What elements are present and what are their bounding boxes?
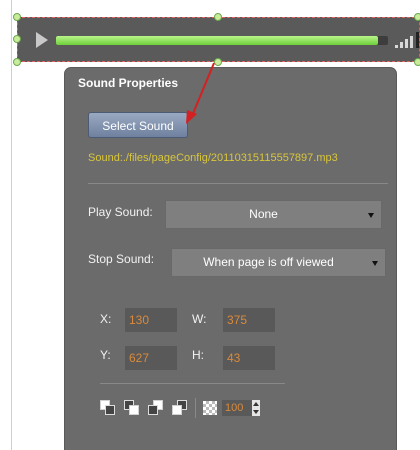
toolbar-separator xyxy=(195,398,196,418)
send-backward-icon[interactable] xyxy=(172,400,188,416)
stop-sound-value: When page is off viewed xyxy=(203,255,334,269)
select-sound-button[interactable]: Select Sound xyxy=(88,112,188,138)
resize-handle-bottom-left[interactable] xyxy=(13,58,21,66)
play-sound-value: None xyxy=(249,207,278,221)
sound-file-path: Sound:./files/pageConfig/201103151155578… xyxy=(88,152,338,164)
chevron-down-icon xyxy=(372,261,378,266)
play-icon[interactable] xyxy=(36,32,48,48)
play-sound-dropdown[interactable]: None xyxy=(165,200,382,229)
w-label: W: xyxy=(192,312,207,326)
stop-sound-dropdown[interactable]: When page is off viewed xyxy=(171,248,386,277)
height-field[interactable]: 43 xyxy=(223,346,275,370)
send-to-back-icon[interactable] xyxy=(124,400,140,416)
resize-handle-middle-left[interactable] xyxy=(13,35,21,43)
opacity-stepper[interactable] xyxy=(252,400,260,416)
play-sound-label: Play Sound: xyxy=(88,205,153,219)
transparency-icon xyxy=(203,401,217,415)
progress-fill xyxy=(56,36,379,45)
sound-player-component[interactable] xyxy=(17,17,420,62)
stop-sound-label: Stop Sound: xyxy=(88,252,155,266)
resize-handle-top-middle[interactable] xyxy=(214,13,222,21)
resize-handle-bottom-middle[interactable] xyxy=(214,58,222,66)
bring-to-front-icon[interactable] xyxy=(100,400,116,416)
divider xyxy=(88,183,388,184)
opacity-field[interactable]: 100 xyxy=(222,400,252,416)
h-label: H: xyxy=(192,348,204,362)
sound-properties-panel: Sound Properties Select Sound Sound:./fi… xyxy=(65,68,396,450)
resize-handle-bottom-right[interactable] xyxy=(414,58,420,66)
x-label: X: xyxy=(100,312,112,326)
panel-title: Sound Properties xyxy=(78,76,179,90)
x-field[interactable]: 130 xyxy=(125,308,177,332)
volume-icon[interactable] xyxy=(395,32,420,48)
chevron-down-icon xyxy=(368,213,374,218)
width-field[interactable]: 375 xyxy=(223,308,275,332)
y-label: Y: xyxy=(100,348,111,362)
resize-handle-top-right[interactable] xyxy=(414,13,420,21)
progress-track[interactable] xyxy=(56,36,388,45)
bring-forward-icon[interactable] xyxy=(148,400,164,416)
resize-handle-top-left[interactable] xyxy=(13,13,21,21)
canvas-guide-line xyxy=(11,0,12,450)
y-field[interactable]: 627 xyxy=(125,346,177,370)
divider xyxy=(100,383,285,384)
